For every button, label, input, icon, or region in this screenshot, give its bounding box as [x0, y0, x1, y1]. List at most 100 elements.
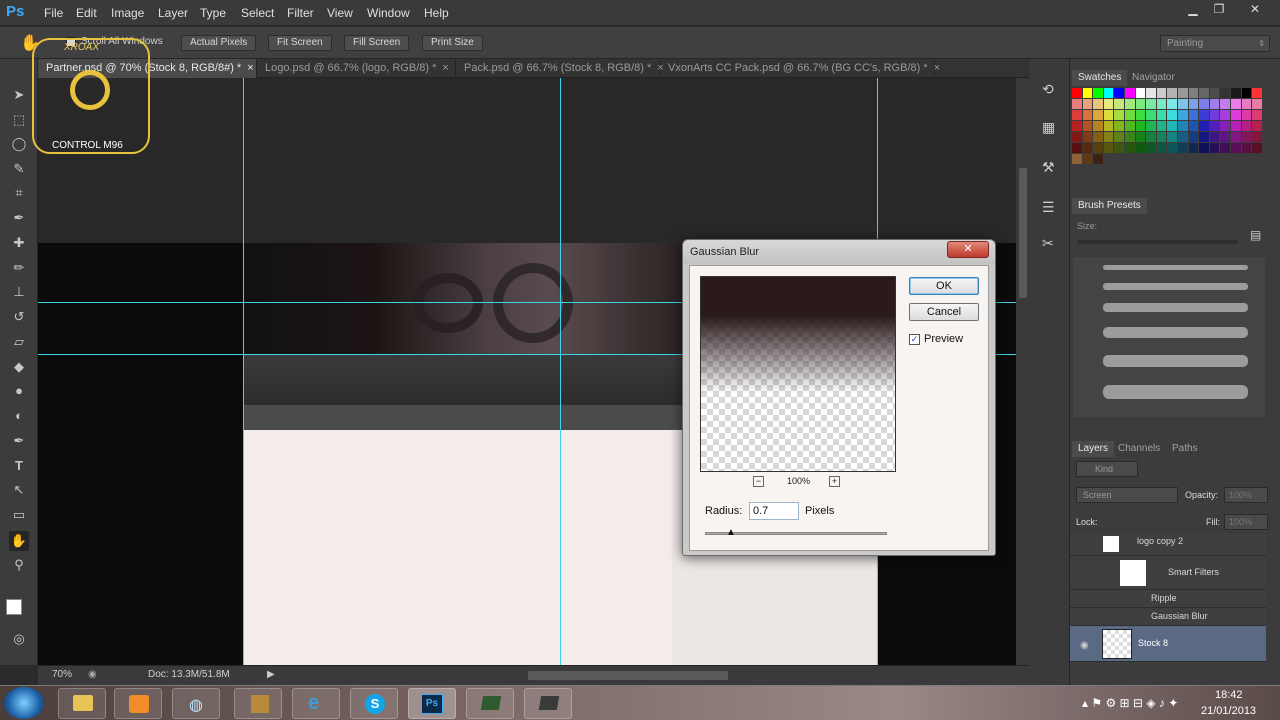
color-swatch[interactable] [1241, 99, 1252, 109]
zoom-in-icon[interactable]: + [829, 476, 840, 487]
color-swatch[interactable] [1167, 132, 1177, 142]
color-swatch[interactable] [1156, 121, 1167, 131]
color-swatch[interactable] [1072, 143, 1082, 153]
color-swatch[interactable] [1103, 88, 1114, 98]
tools-preset-icon[interactable]: ✂ [1042, 235, 1054, 252]
fill-screen-button[interactable]: Fill Screen [344, 35, 410, 51]
color-swatch[interactable] [1178, 132, 1188, 142]
menu-type[interactable]: Type [200, 6, 226, 20]
color-swatch[interactable] [1135, 88, 1146, 98]
tab-layers[interactable]: Layers [1072, 441, 1115, 457]
blend-mode-select[interactable]: Screen [1076, 487, 1178, 503]
skype-taskbar-icon[interactable]: S [350, 688, 398, 719]
quick-mask-icon[interactable]: ◎ [9, 629, 29, 649]
color-swatch[interactable] [1125, 154, 1135, 164]
color-swatch[interactable] [1093, 110, 1103, 120]
foreground-color-swatch[interactable] [6, 599, 22, 615]
color-swatch[interactable] [1199, 88, 1209, 98]
color-swatch[interactable] [1082, 121, 1093, 131]
adjustments-icon[interactable]: ☰ [1042, 199, 1055, 216]
color-swatch[interactable] [1156, 154, 1167, 164]
color-swatch[interactable] [1167, 154, 1177, 164]
lasso-tool-icon[interactable]: ◯ [9, 134, 29, 154]
brush-stroke[interactable] [1103, 327, 1248, 338]
color-swatch[interactable] [1252, 88, 1262, 98]
color-swatch[interactable] [1220, 99, 1230, 109]
color-swatch[interactable] [1093, 121, 1103, 131]
color-swatch[interactable] [1231, 99, 1241, 109]
tab-paths[interactable]: Paths [1166, 441, 1204, 457]
zoom-level[interactable]: 70% [52, 669, 72, 680]
color-swatch[interactable] [1156, 143, 1167, 153]
color-swatch[interactable] [1146, 110, 1156, 120]
brush-stroke[interactable] [1103, 265, 1248, 270]
color-swatch[interactable] [1082, 143, 1093, 153]
cancel-button[interactable]: Cancel [909, 303, 979, 321]
app2-taskbar-icon[interactable] [524, 688, 572, 719]
menu-help[interactable]: Help [424, 6, 449, 20]
color-swatch[interactable] [1125, 121, 1135, 131]
layer-row[interactable]: Smart Filters [1070, 556, 1266, 590]
color-swatch[interactable] [1072, 99, 1082, 109]
path-selection-tool-icon[interactable]: ↖ [9, 480, 29, 500]
color-swatch[interactable] [1188, 110, 1199, 120]
history-brush-tool-icon[interactable]: ↺ [9, 307, 29, 327]
menu-select[interactable]: Select [241, 6, 274, 20]
color-swatch[interactable] [1135, 143, 1146, 153]
color-swatch[interactable] [1209, 132, 1220, 142]
explorer-taskbar-icon[interactable] [58, 688, 106, 719]
actual-pixels-button[interactable]: Actual Pixels [181, 35, 257, 51]
color-swatch[interactable] [1103, 99, 1114, 109]
color-swatch[interactable] [1093, 132, 1103, 142]
color-swatch[interactable] [1252, 143, 1262, 153]
color-swatch[interactable] [1199, 110, 1209, 120]
zoom-out-icon[interactable]: − [753, 476, 764, 487]
color-swatch[interactable] [1241, 110, 1252, 120]
tab-navigator[interactable]: Navigator [1126, 70, 1181, 86]
dodge-tool-icon[interactable]: ◐ [9, 406, 29, 426]
color-swatch[interactable] [1167, 110, 1177, 120]
ie-taskbar-icon[interactable]: e [292, 688, 340, 719]
close-tab-icon[interactable]: × [934, 62, 940, 74]
tab-swatches[interactable]: Swatches [1072, 70, 1128, 86]
color-swatch[interactable] [1093, 143, 1103, 153]
move-tool-icon[interactable]: ➤ [9, 85, 29, 105]
eyedropper-tool-icon[interactable]: ✒ [9, 208, 29, 228]
clock-time[interactable]: 18:42 [1215, 689, 1243, 701]
color-swatch[interactable] [1188, 143, 1199, 153]
color-swatch[interactable] [1125, 99, 1135, 109]
color-swatch[interactable] [1125, 88, 1135, 98]
color-swatch[interactable] [1167, 88, 1177, 98]
radius-input[interactable]: 0.7 [749, 502, 799, 520]
color-swatch[interactable] [1082, 99, 1093, 109]
photoshop-taskbar-icon[interactable]: Ps [408, 688, 456, 719]
color-swatch[interactable] [1135, 132, 1146, 142]
color-swatch[interactable] [1114, 132, 1124, 142]
color-swatch[interactable] [1220, 110, 1230, 120]
color-swatch[interactable] [1199, 132, 1209, 142]
brush-tool-icon[interactable]: ✏ [9, 258, 29, 278]
fill-input[interactable]: 100% [1224, 514, 1268, 530]
close-tab-icon[interactable]: × [247, 62, 253, 74]
paint-bucket-tool-icon[interactable]: ◆ [9, 357, 29, 377]
color-swatch[interactable] [1072, 110, 1082, 120]
tray-icons[interactable]: ▴ ⚑ ⚙ ⊞ ⊟ ◈ ♪ ✦ [1082, 696, 1178, 710]
color-swatch[interactable] [1178, 121, 1188, 131]
menu-filter[interactable]: Filter [287, 6, 314, 20]
color-swatch[interactable] [1093, 154, 1103, 164]
crop-tool-icon[interactable]: ⌗ [9, 183, 29, 203]
restore-icon[interactable]: ❐ [1208, 2, 1230, 18]
color-swatch[interactable] [1199, 154, 1209, 164]
quick-select-tool-icon[interactable]: ✎ [9, 159, 29, 179]
color-swatch[interactable] [1178, 143, 1188, 153]
visibility-eye-icon[interactable]: ◉ [1080, 640, 1089, 651]
minimize-icon[interactable]: ▁ [1182, 2, 1204, 18]
menu-view[interactable]: View [327, 6, 353, 20]
color-swatch[interactable] [1103, 132, 1114, 142]
workspace-select[interactable]: Painting ⇕ [1160, 35, 1270, 52]
color-swatch[interactable] [1114, 154, 1124, 164]
color-swatch[interactable] [1072, 132, 1082, 142]
clone-stamp-tool-icon[interactable]: ⊥ [9, 282, 29, 302]
color-swatch[interactable] [1241, 143, 1252, 153]
color-swatch[interactable] [1114, 99, 1124, 109]
